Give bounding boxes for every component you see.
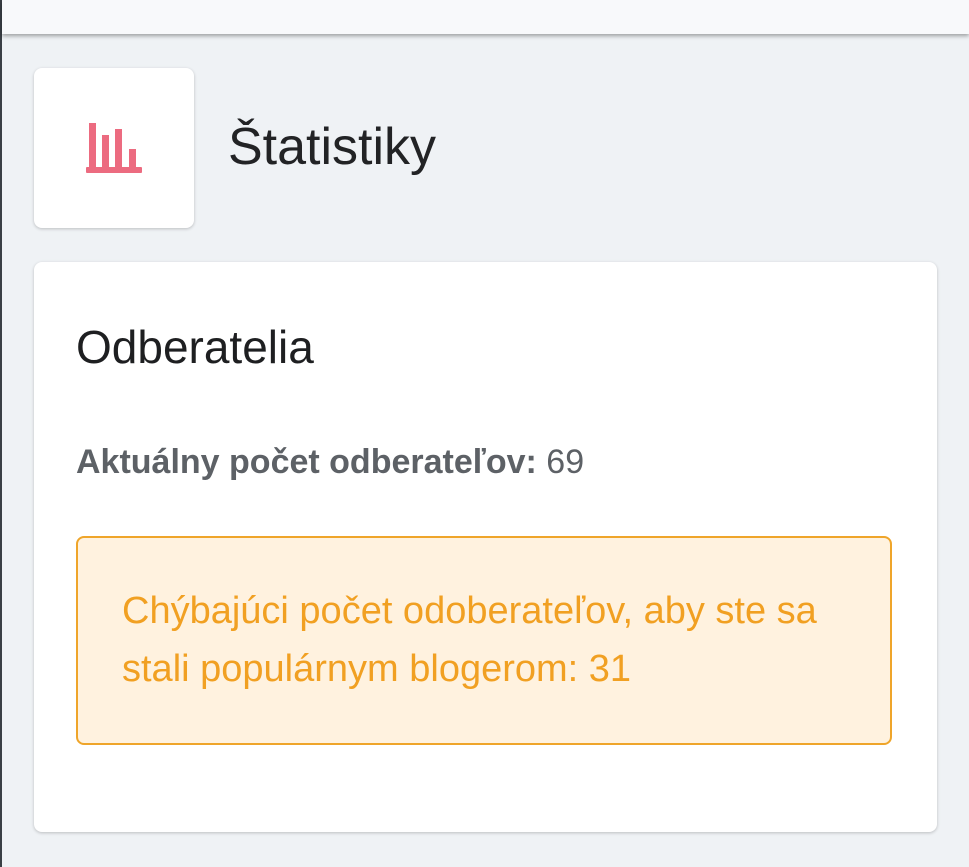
page-title: Štatistiky xyxy=(228,118,437,176)
subscribers-card: Odberatelia Aktuálny počet odberateľov: … xyxy=(34,262,937,832)
window-left-edge xyxy=(0,0,2,867)
subscriber-count-label: Aktuálny počet odberateľov: xyxy=(76,443,537,481)
card-title: Odberatelia xyxy=(76,321,314,373)
top-app-bar xyxy=(2,0,969,34)
header-icon-tile xyxy=(34,68,194,228)
popular-blogger-alert: Chýbajúci počet odoberateľov, aby ste sa… xyxy=(76,536,892,745)
bar-chart-icon xyxy=(86,123,142,173)
subscriber-count-line: Aktuálny počet odberateľov: 69 xyxy=(76,442,584,482)
alert-message: Chýbajúci počet odoberateľov, aby ste sa… xyxy=(122,590,817,690)
subscriber-count-value: 69 xyxy=(546,443,585,481)
